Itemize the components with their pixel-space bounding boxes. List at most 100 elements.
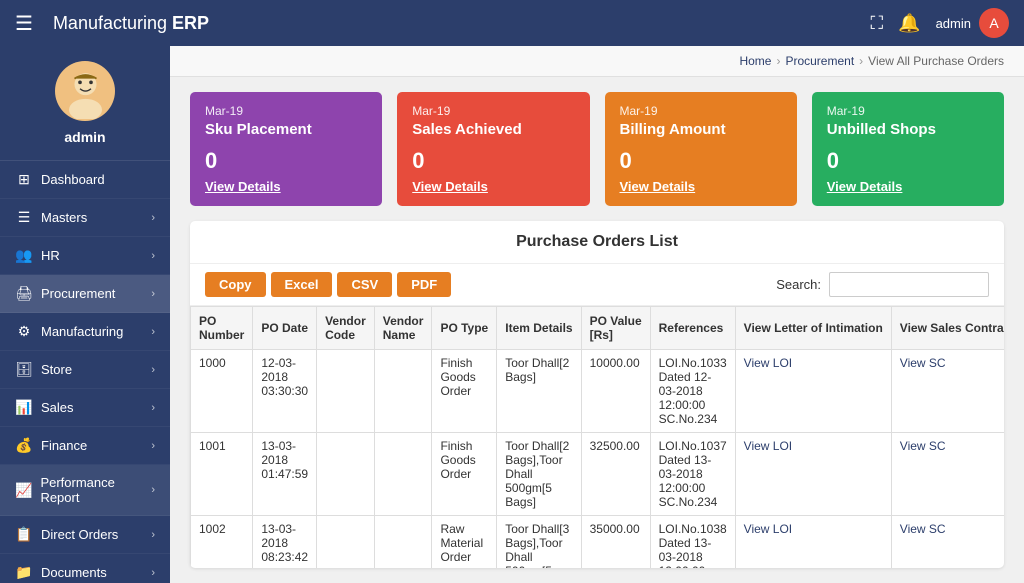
breadcrumb-sep1: › xyxy=(776,54,780,68)
col-po-type: PO Type xyxy=(432,307,497,350)
sidebar-item-procurement[interactable]: 🖨 Procurement › xyxy=(0,275,170,313)
search-input[interactable] xyxy=(829,272,989,297)
sidebar-item-store[interactable]: 🗄 Store › xyxy=(0,351,170,389)
sidebar-item-hr[interactable]: 👥 HR › xyxy=(0,237,170,275)
chevron-right-icon: › xyxy=(151,440,155,452)
stat-card-sku: Mar-19 Sku Placement 0 View Details xyxy=(190,92,382,206)
card-title: Unbilled Shops xyxy=(827,121,989,138)
toolbar-buttons: Copy Excel CSV PDF xyxy=(205,272,451,297)
sidebar-profile: admin xyxy=(0,46,170,161)
view-loi-link[interactable]: View LOI xyxy=(744,356,792,370)
sidebar-item-label: Finance xyxy=(41,438,87,453)
manufacturing-icon: ⚙ xyxy=(15,323,33,340)
view-loi-link[interactable]: View LOI xyxy=(744,522,792,536)
vendor-code xyxy=(317,433,375,516)
copy-button[interactable]: Copy xyxy=(205,272,266,297)
table-row: 1000 12-03-2018 03:30:30 Finish Goods Or… xyxy=(191,350,1005,433)
col-vendor-name: VendorName xyxy=(374,307,432,350)
documents-icon: 📁 xyxy=(15,564,33,581)
vendor-code xyxy=(317,516,375,569)
sidebar: admin ⊞ Dashboard ☰ Masters › 👥 HR xyxy=(0,46,170,583)
item-details: Toor Dhall[2 Bags],Toor Dhall 500gm[5 Ba… xyxy=(497,433,581,516)
card-date: Mar-19 xyxy=(205,104,367,118)
chevron-right-icon: › xyxy=(151,212,155,224)
references: LOI.No.1038 Dated 13-03-2018 12:00:00 SC… xyxy=(650,516,735,569)
item-details: Toor Dhall[3 Bags],Toor Dhall 500gm[5 Ba… xyxy=(497,516,581,569)
search-area: Search: xyxy=(776,272,989,297)
item-details: Toor Dhall[2 Bags] xyxy=(497,350,581,433)
table-toolbar: Copy Excel CSV PDF Search: xyxy=(190,264,1004,306)
chevron-right-icon: › xyxy=(151,364,155,376)
excel-button[interactable]: Excel xyxy=(271,272,333,297)
table-container: PONumber PO Date VendorCode VendorName P… xyxy=(190,306,1004,568)
store-icon: 🗄 xyxy=(15,361,33,378)
app-brand: Manufacturing ERP xyxy=(53,13,209,34)
col-po-date: PO Date xyxy=(253,307,317,350)
card-link[interactable]: View Details xyxy=(620,179,782,194)
bell-icon[interactable]: 🔔 xyxy=(898,13,920,34)
sidebar-item-finance[interactable]: 💰 Finance › xyxy=(0,427,170,465)
references: LOI.No.1037 Dated 13-03-2018 12:00:00 SC… xyxy=(650,433,735,516)
hamburger-icon[interactable]: ☰ xyxy=(15,11,33,36)
sidebar-item-label: Sales xyxy=(41,400,74,415)
col-item-details: Item Details xyxy=(497,307,581,350)
po-date: 13-03-2018 08:23:42 xyxy=(253,516,317,569)
sidebar-item-direct-orders[interactable]: 📋 Direct Orders › xyxy=(0,516,170,554)
stat-card-billing: Mar-19 Billing Amount 0 View Details xyxy=(605,92,797,206)
breadcrumb-home[interactable]: Home xyxy=(739,54,771,68)
card-value: 0 xyxy=(205,148,367,174)
direct-orders-icon: 📋 xyxy=(15,526,33,543)
stat-card-sales: Mar-19 Sales Achieved 0 View Details xyxy=(397,92,589,206)
sidebar-item-dashboard[interactable]: ⊞ Dashboard xyxy=(0,161,170,199)
pdf-button[interactable]: PDF xyxy=(397,272,451,297)
card-title: Billing Amount xyxy=(620,121,782,138)
sidebar-username: admin xyxy=(64,129,105,145)
breadcrumb-sep2: › xyxy=(859,54,863,68)
card-value: 0 xyxy=(412,148,574,174)
view-sc-link[interactable]: View SC xyxy=(900,356,946,370)
sidebar-nav: ⊞ Dashboard ☰ Masters › 👥 HR › xyxy=(0,161,170,583)
table-title: Purchase Orders List xyxy=(190,221,1004,264)
po-value: 32500.00 xyxy=(581,433,650,516)
sidebar-item-label: Performance Report xyxy=(40,475,151,505)
vendor-name xyxy=(374,350,432,433)
sidebar-item-label: Masters xyxy=(41,210,87,225)
sidebar-item-manufacturing[interactable]: ⚙ Manufacturing › xyxy=(0,313,170,351)
col-view-loi: View Letter of Intimation xyxy=(735,307,891,350)
col-vendor-code: VendorCode xyxy=(317,307,375,350)
sidebar-item-label: HR xyxy=(41,248,60,263)
chevron-right-icon: › xyxy=(151,326,155,338)
chevron-right-icon: › xyxy=(151,250,155,262)
view-sc-link[interactable]: View SC xyxy=(900,439,946,453)
card-value: 0 xyxy=(827,148,989,174)
col-po-number: PONumber xyxy=(191,307,253,350)
card-link[interactable]: View Details xyxy=(412,179,574,194)
card-date: Mar-19 xyxy=(620,104,782,118)
card-date: Mar-19 xyxy=(827,104,989,118)
card-title: Sku Placement xyxy=(205,121,367,138)
top-header: ☰ Manufacturing ERP ⛶ 🔔 admin A xyxy=(0,0,1024,46)
view-loi-link[interactable]: View LOI xyxy=(744,439,792,453)
card-title: Sales Achieved xyxy=(412,121,574,138)
sidebar-item-sales[interactable]: 📊 Sales › xyxy=(0,389,170,427)
chevron-right-icon: › xyxy=(151,529,155,541)
sidebar-item-performance-report[interactable]: 📈 Performance Report › xyxy=(0,465,170,516)
breadcrumb-procurement[interactable]: Procurement xyxy=(785,54,854,68)
csv-button[interactable]: CSV xyxy=(337,272,392,297)
procurement-icon: 🖨 xyxy=(15,285,33,302)
chevron-right-icon: › xyxy=(151,402,155,414)
card-link[interactable]: View Details xyxy=(827,179,989,194)
col-references: References xyxy=(650,307,735,350)
sidebar-item-label: Procurement xyxy=(41,286,115,301)
admin-label: admin xyxy=(936,16,971,31)
fullscreen-icon[interactable]: ⛶ xyxy=(871,13,884,34)
po-number: 1002 xyxy=(191,516,253,569)
po-value: 10000.00 xyxy=(581,350,650,433)
sidebar-item-label: Documents xyxy=(41,565,107,580)
card-link[interactable]: View Details xyxy=(205,179,367,194)
sidebar-item-documents[interactable]: 📁 Documents › xyxy=(0,554,170,583)
sidebar-item-masters[interactable]: ☰ Masters › xyxy=(0,199,170,237)
po-type: Raw Material Order xyxy=(432,516,497,569)
view-sc-link[interactable]: View SC xyxy=(900,522,946,536)
admin-info[interactable]: admin A xyxy=(936,8,1009,38)
